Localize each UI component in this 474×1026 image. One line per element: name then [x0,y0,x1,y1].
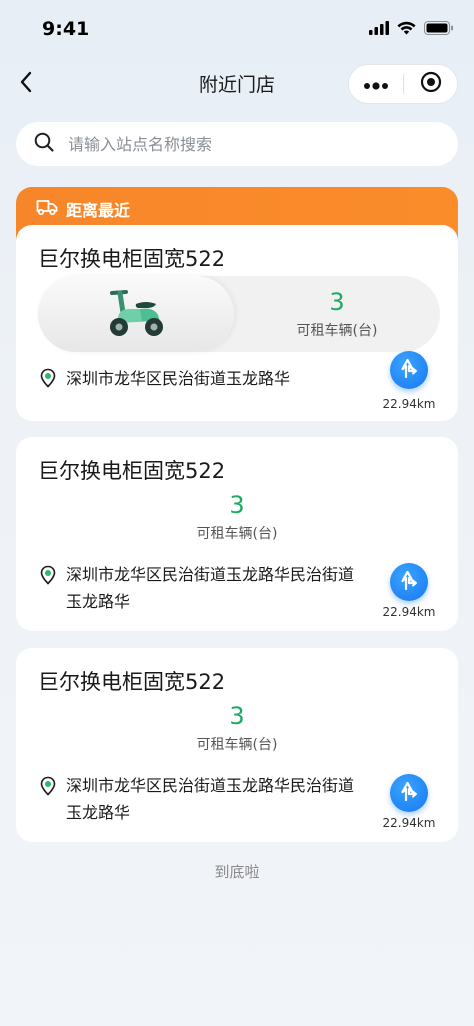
wifi-icon [397,20,416,39]
store-address: 深圳市龙华区民治街道玉龙路华民治街道玉龙路华 [40,561,366,615]
store-name: 巨尔换电柜固宽522 [38,459,226,483]
search-icon [34,132,54,156]
available-count-label: 可租车辆(台) [296,323,378,339]
distance-text: 22.94km [382,816,436,830]
store-name: 巨尔换电柜固宽522 [38,247,226,271]
target-icon [420,71,442,97]
list-end-text: 到底啦 [214,863,260,881]
navigate-arrow-icon [400,358,418,382]
navigate-arrow-icon [400,570,418,594]
location-pin-icon [40,776,56,800]
status-icons [369,20,454,39]
battery-icon [424,20,454,39]
location-pin-icon [40,368,56,392]
available-vehicles-panel: 3 可租车辆(台) [38,276,440,352]
scooter-image [38,276,234,352]
nearest-label: 距离最近 [66,201,131,220]
page: 9:41 附近门店 请输入站点名称搜索 距离最近 巨尔换电柜固宽522 3 可租… [0,0,474,1026]
store-address: 深圳市龙华区民治街道玉龙路华民治街道玉龙路华 [40,772,366,826]
store-card[interactable]: 巨尔换电柜固宽522 3 可租车辆(台) 深圳市龙华区民治街道玉龙路华 22.9… [16,225,458,421]
nav-bar: 附近门店 [0,56,474,112]
status-bar: 9:41 [0,0,474,56]
store-card[interactable]: 巨尔换电柜固宽522 3 可租车辆(台) 深圳市龙华区民治街道玉龙路华民治街道玉… [16,437,458,631]
more-button[interactable] [349,65,403,103]
more-dots-icon [363,75,389,94]
mini-program-capsule [348,64,458,104]
store-address: 深圳市龙华区民治街道玉龙路华 [40,365,366,392]
address-text: 深圳市龙华区民治街道玉龙路华民治街道玉龙路华 [66,565,355,611]
available-count-label: 可租车辆(台) [196,737,278,753]
signal-icon [369,20,389,39]
nearest-store-card[interactable]: 距离最近 巨尔换电柜固宽522 3 可租车辆(台) 深圳市龙华区民治街道玉龙路华… [16,187,458,421]
available-count: 3 [329,288,345,316]
navigate-arrow-icon [400,781,418,805]
status-time: 9:41 [42,18,90,40]
available-count: 3 [229,702,245,730]
search-input[interactable] [68,134,408,154]
location-pin-icon [40,565,56,589]
navigate-button[interactable] [390,351,428,389]
navigate-button[interactable] [390,563,428,601]
available-count: 3 [229,491,245,519]
store-card[interactable]: 巨尔换电柜固宽522 3 可租车辆(台) 深圳市龙华区民治街道玉龙路华民治街道玉… [16,648,458,842]
distance-text: 22.94km [382,397,436,411]
address-text: 深圳市龙华区民治街道玉龙路华 [66,369,291,388]
truck-icon [36,198,58,220]
search-bar[interactable] [16,122,458,166]
store-name: 巨尔换电柜固宽522 [38,670,226,694]
address-text: 深圳市龙华区民治街道玉龙路华民治街道玉龙路华 [66,776,355,822]
distance-text: 22.94km [382,605,436,619]
available-count-label: 可租车辆(台) [196,526,278,542]
navigate-button[interactable] [390,774,428,812]
close-mini-program-button[interactable] [404,65,457,103]
scooter-icon [104,285,168,343]
